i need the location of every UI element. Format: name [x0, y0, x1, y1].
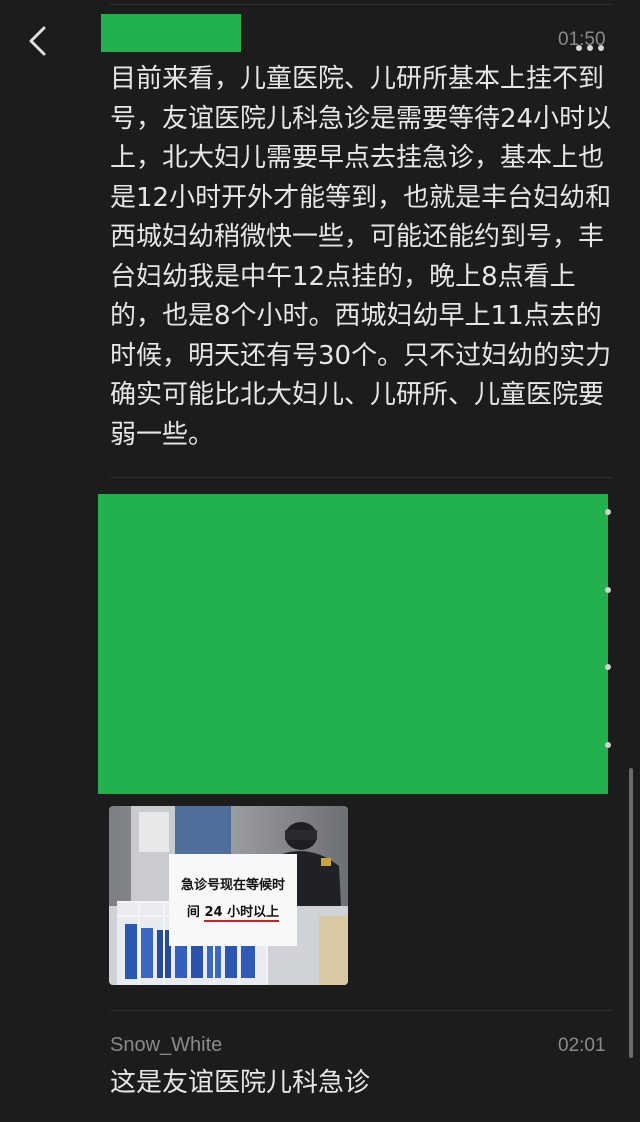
scrollbar[interactable]: [629, 768, 633, 1058]
edge-dot: [605, 587, 611, 593]
comment-username[interactable]: Snow_White: [110, 1034, 222, 1057]
comment-thread: 01:50 目前来看，儿童医院、儿研所基本上挂不到号，友谊医院儿科急诊是需要等待…: [0, 0, 640, 1122]
photo-sign: 急诊号现在等候时 间 24 小时以上: [169, 854, 297, 946]
divider: [110, 477, 612, 478]
divider: [110, 1010, 612, 1011]
attached-photo[interactable]: 急诊号现在等候时 间 24 小时以上: [109, 806, 348, 985]
chevron-left-icon: [29, 26, 46, 56]
sign-line1: 急诊号现在等候时: [180, 878, 285, 893]
sign-line2-highlight: 24 小时以上: [204, 905, 280, 922]
comment-time: 02:01: [558, 1035, 606, 1056]
sign-line2: 间 24 小时以上: [169, 901, 297, 922]
edge-dot: [605, 742, 611, 748]
edge-dot: [605, 664, 611, 670]
more-dots-icon[interactable]: [576, 36, 612, 51]
edge-dot: [605, 509, 611, 515]
divider: [110, 4, 612, 5]
comment-text: 这是友谊医院儿科急诊: [110, 1068, 371, 1098]
comment-text: 目前来看，儿童医院、儿研所基本上挂不到号，友谊医院儿科急诊是需要等待24小时以上…: [110, 64, 612, 450]
redacted-comment: [98, 494, 608, 794]
back-button[interactable]: [22, 24, 56, 58]
sign-line2-prefix: 间: [186, 905, 200, 920]
redacted-username: [101, 14, 241, 52]
